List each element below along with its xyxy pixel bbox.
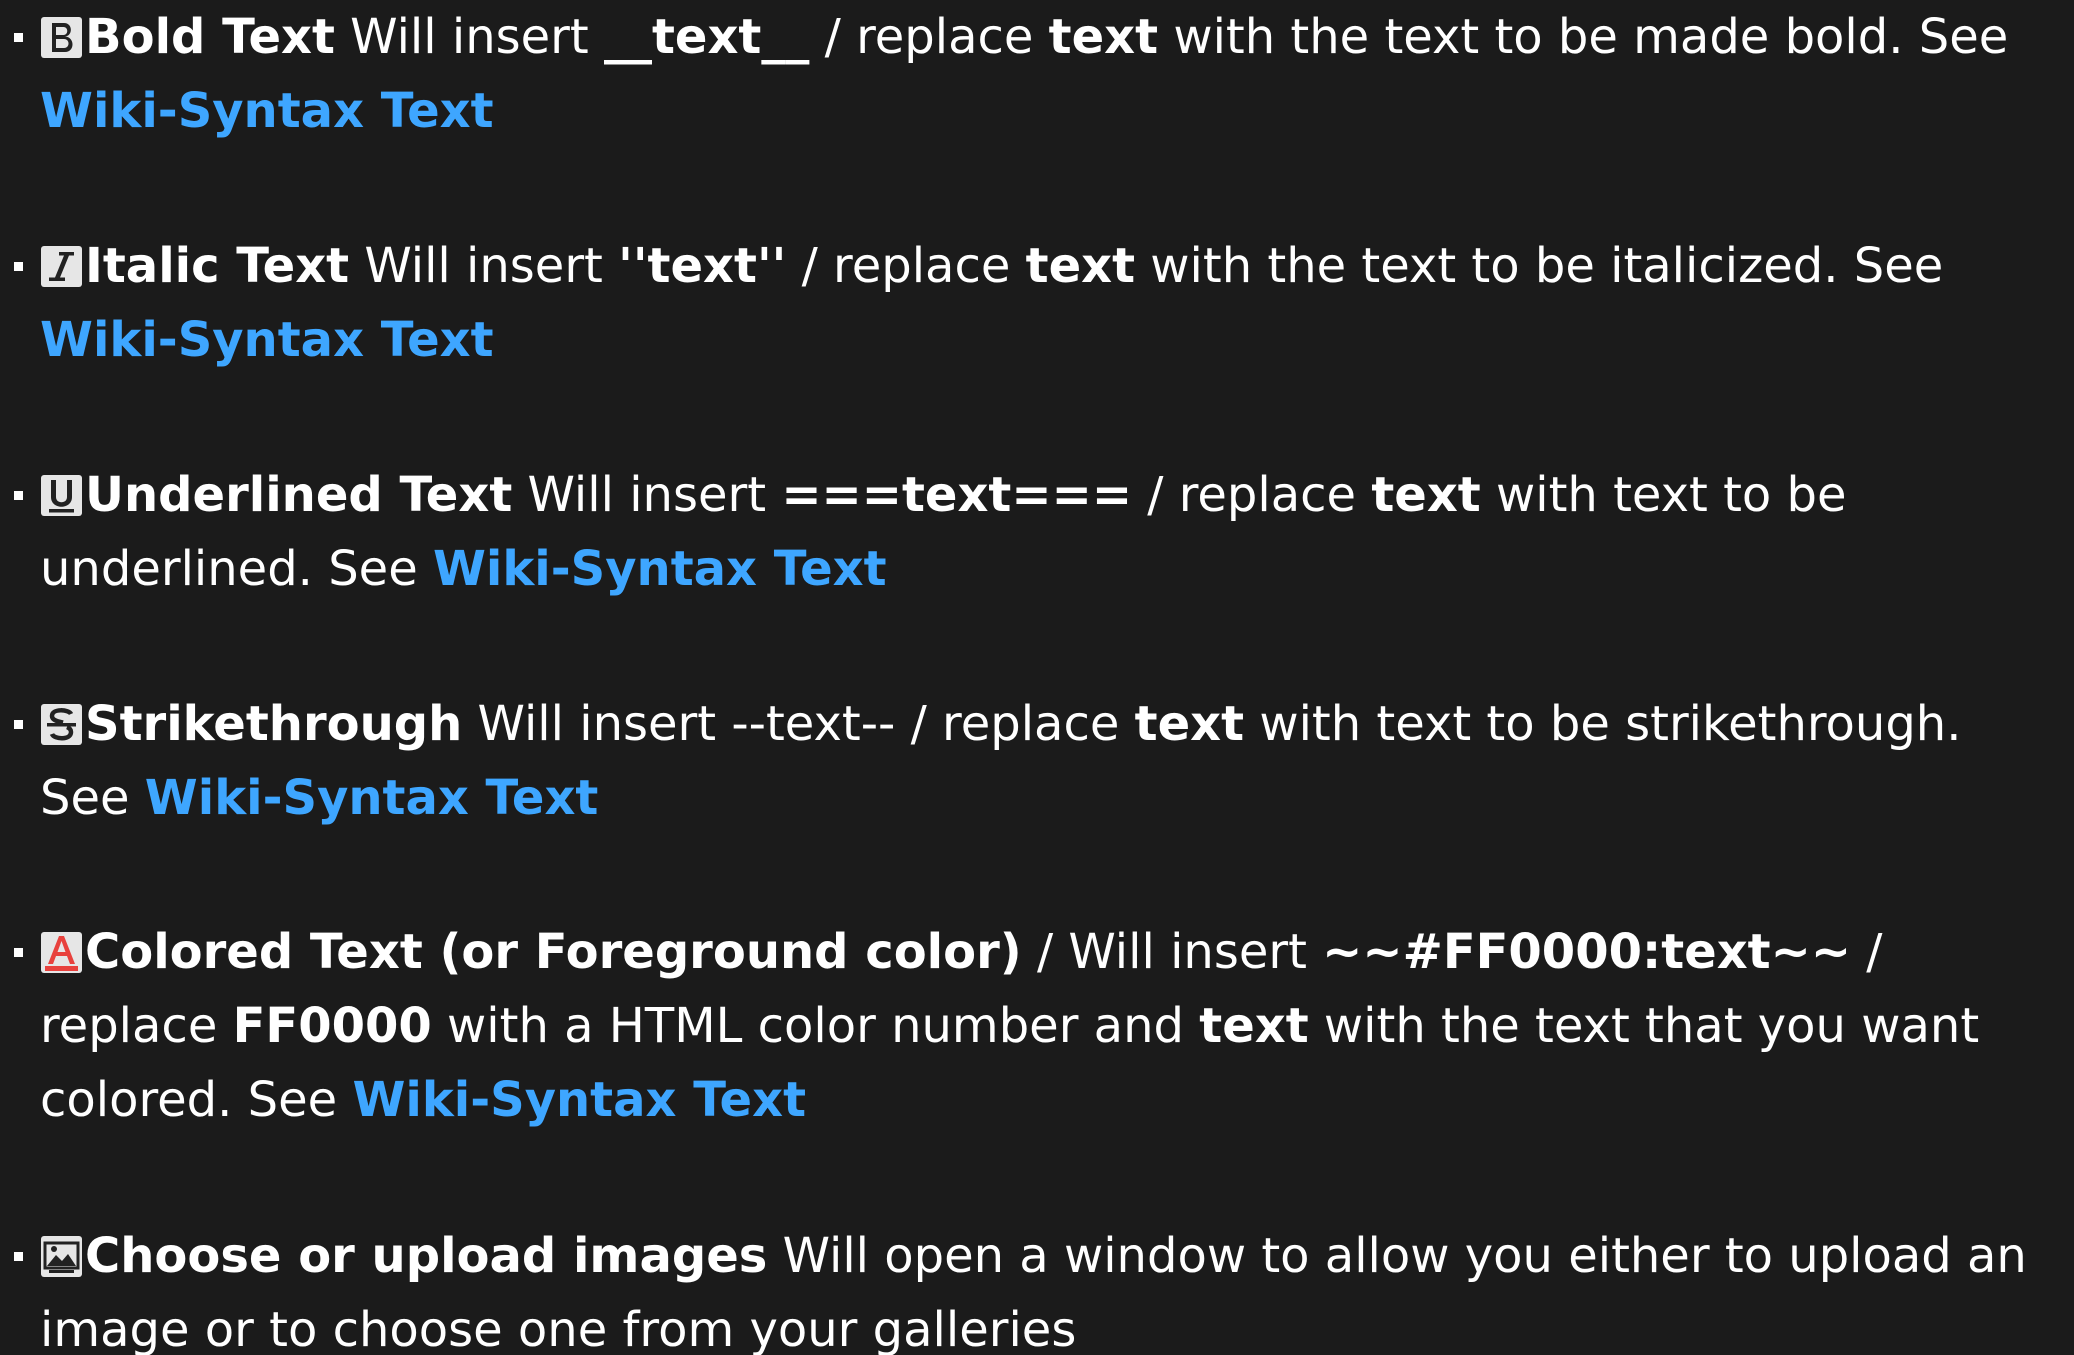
list-item-underline: Underlined Text Will insert ===text=== /…: [14, 458, 2050, 606]
bold-desc-2: / replace: [809, 9, 1049, 65]
italic-icon: [40, 245, 83, 288]
list-item-images: Choose or upload images Will open a wind…: [14, 1219, 2050, 1355]
help-page: Bold Text Will insert __text__ / replace…: [0, 0, 2074, 1355]
underline-word: text: [1371, 467, 1481, 523]
italic-word: text: [1025, 238, 1136, 294]
underline-desc-2: / replace: [1132, 467, 1372, 523]
italic-desc-1: Will insert: [349, 238, 619, 294]
colored-text-desc-4: with a HTML color number and: [431, 998, 1200, 1054]
bold-wiki-syntax-link[interactable]: Wiki-Syntax Text: [40, 83, 494, 139]
colored-text-color-code: FF0000: [232, 998, 432, 1054]
colored-text-desc-1: / Will insert: [1021, 924, 1323, 980]
underline-desc-1: Will insert: [512, 467, 782, 523]
strikethrough-word: text: [1134, 696, 1245, 752]
bold-desc-1: Will insert: [334, 9, 604, 65]
underline-wiki-syntax-link[interactable]: Wiki-Syntax Text: [433, 541, 887, 597]
bold-icon: [40, 16, 83, 59]
italic-title: Italic Text: [85, 238, 350, 294]
italic-desc-2: / replace: [786, 238, 1026, 294]
strikethrough-title: Strikethrough: [85, 696, 463, 752]
colored-text-code: ~~#FF0000:text~~: [1322, 924, 1852, 980]
text-color-icon: [40, 931, 83, 974]
underline-code: ===text===: [781, 467, 1133, 523]
colored-text-word: text: [1199, 998, 1309, 1054]
list-item-italic: Italic Text Will insert ''text'' / repla…: [14, 229, 2050, 377]
bold-word: text: [1048, 9, 1159, 65]
strikethrough-desc-1: Will insert --text-- / replace: [462, 696, 1135, 752]
strikethrough-icon: [40, 703, 83, 746]
strikethrough-wiki-syntax-link[interactable]: Wiki-Syntax Text: [145, 770, 599, 826]
underline-title: Underlined Text: [85, 467, 513, 523]
image-icon: [40, 1235, 83, 1278]
images-title: Choose or upload images: [85, 1228, 768, 1284]
list-item-bold: Bold Text Will insert __text__ / replace…: [14, 0, 2050, 148]
italic-desc-3: with the text to be italicized. See: [1135, 238, 1944, 294]
bold-code: __text__: [603, 9, 810, 65]
list-item-colored-text: Colored Text (or Foreground color) / Wil…: [14, 915, 2050, 1137]
bold-title: Bold Text: [85, 9, 335, 65]
italic-code: ''text'': [618, 238, 787, 294]
colored-text-title: Colored Text (or Foreground color): [85, 924, 1022, 980]
colored-text-wiki-syntax-link[interactable]: Wiki-Syntax Text: [352, 1072, 806, 1128]
underline-icon: [40, 474, 83, 517]
italic-wiki-syntax-link[interactable]: Wiki-Syntax Text: [40, 312, 494, 368]
bold-desc-3: with the text to be made bold. See: [1158, 9, 2009, 65]
list-item-strikethrough: Strikethrough Will insert --text-- / rep…: [14, 687, 2050, 835]
